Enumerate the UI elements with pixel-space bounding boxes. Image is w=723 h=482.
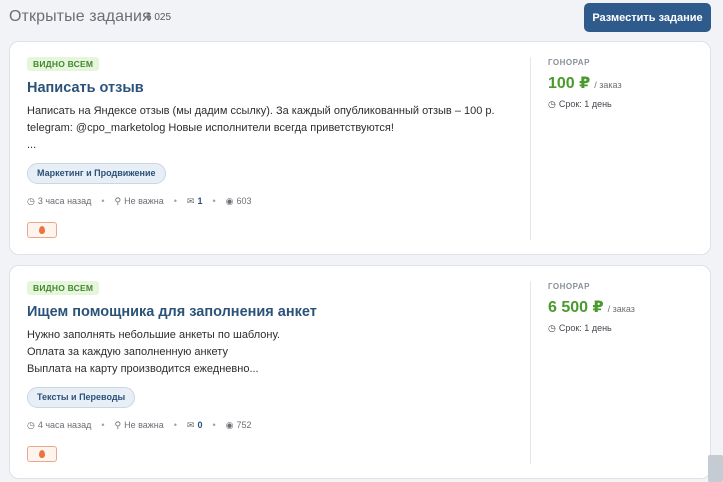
description-line: Нужно заполнять небольшие анкеты по шабл… [27, 329, 280, 341]
views-count: 603 [236, 196, 252, 206]
clock-icon: ◷ [548, 99, 556, 109]
task-price: 6 500 ₽ / заказ [548, 297, 635, 317]
task-term: ◷ Срок: 1 день [548, 323, 612, 334]
map-pin-icon: ⚲ [114, 419, 122, 430]
fire-icon [39, 450, 45, 458]
meta-separator: • [212, 420, 216, 430]
task-count: 6 025 [146, 12, 172, 23]
clock-icon: ◷ [27, 195, 35, 206]
task-description: Написать на Яндексе отзыв (мы дадим ссыл… [27, 103, 527, 154]
task-card[interactable]: ВИДНО ВСЕМ Написать отзыв Написать на Ян… [9, 41, 711, 255]
category-tag[interactable]: Маркетинг и Продвижение [27, 163, 166, 184]
task-price: 100 ₽ / заказ [548, 73, 622, 93]
description-line: Выплата на карту производится ежедневно.… [27, 363, 259, 375]
eye-icon: ◉ [225, 195, 234, 206]
description-line: Оплата за каждую заполненную анкету [27, 346, 228, 358]
task-fee-panel: ГОНОРАР 100 ₽ / заказ ◷ Срок: 1 день [548, 42, 698, 254]
location: Не важна [124, 196, 164, 206]
task-title[interactable]: Ищем помощника для заполнения анкет [27, 304, 317, 320]
term-text: Срок: 1 день [558, 99, 612, 109]
location: Не важна [124, 420, 164, 430]
price-unit: / заказ [607, 304, 635, 314]
meta-separator: • [173, 420, 177, 430]
task-main: ВИДНО ВСЕМ Ищем помощника для заполнения… [27, 266, 527, 478]
price-value: 100 ₽ [548, 75, 591, 92]
hot-badge [27, 446, 57, 462]
price-value: 6 500 ₽ [548, 299, 604, 316]
responses-count: 0 [197, 420, 203, 430]
page-title: Открытые задания [9, 8, 151, 25]
task-meta: ◷ 3 часа назад • ⚲ Не важна • ✉ 1 • ◉ 60… [27, 195, 252, 207]
comments-icon: ✉ [186, 195, 195, 206]
responses-count: 1 [197, 196, 203, 206]
hot-badge [27, 222, 57, 238]
views-count: 752 [236, 420, 252, 430]
scrollbar-thumb[interactable] [708, 455, 723, 482]
fee-label: ГОНОРАР [548, 282, 590, 291]
task-description: Нужно заполнять небольшие анкеты по шабл… [27, 327, 527, 378]
task-fee-panel: ГОНОРАР 6 500 ₽ / заказ ◷ Срок: 1 день [548, 266, 698, 478]
post-task-button[interactable]: Разместить задание [584, 3, 711, 32]
fire-icon [39, 226, 45, 234]
visibility-badge: ВИДНО ВСЕМ [27, 57, 100, 71]
task-title[interactable]: Написать отзыв [27, 80, 144, 96]
description-line: Написать на Яндексе отзыв (мы дадим ссыл… [27, 105, 495, 117]
task-card[interactable]: ВИДНО ВСЕМ Ищем помощника для заполнения… [9, 265, 711, 479]
meta-separator: • [173, 196, 177, 206]
meta-separator: • [101, 420, 105, 430]
category-tag[interactable]: Тексты и Переводы [27, 387, 136, 408]
card-divider [530, 57, 531, 240]
page-header: Открытые задания 6 025 Разместить задани… [0, 0, 723, 34]
eye-icon: ◉ [225, 419, 234, 430]
price-unit: / заказ [594, 80, 622, 90]
task-meta: ◷ 4 часа назад • ⚲ Не важна • ✉ 0 • ◉ 75… [27, 419, 252, 431]
task-term: ◷ Срок: 1 день [548, 99, 612, 110]
posted-time: 4 часа назад [37, 420, 92, 430]
comments-icon: ✉ [186, 419, 195, 430]
clock-icon: ◷ [548, 323, 556, 333]
task-main: ВИДНО ВСЕМ Написать отзыв Написать на Ян… [27, 42, 527, 254]
card-divider [530, 281, 531, 464]
term-text: Срок: 1 день [558, 323, 612, 333]
description-line: ... [27, 139, 37, 151]
map-pin-icon: ⚲ [114, 195, 122, 206]
clock-icon: ◷ [27, 419, 35, 430]
fee-label: ГОНОРАР [548, 58, 590, 67]
meta-separator: • [101, 196, 105, 206]
visibility-badge: ВИДНО ВСЕМ [27, 281, 100, 295]
posted-time: 3 часа назад [37, 196, 92, 206]
meta-separator: • [212, 196, 216, 206]
description-line: telegram: @cpo_marketolog Новые исполнит… [27, 122, 394, 134]
